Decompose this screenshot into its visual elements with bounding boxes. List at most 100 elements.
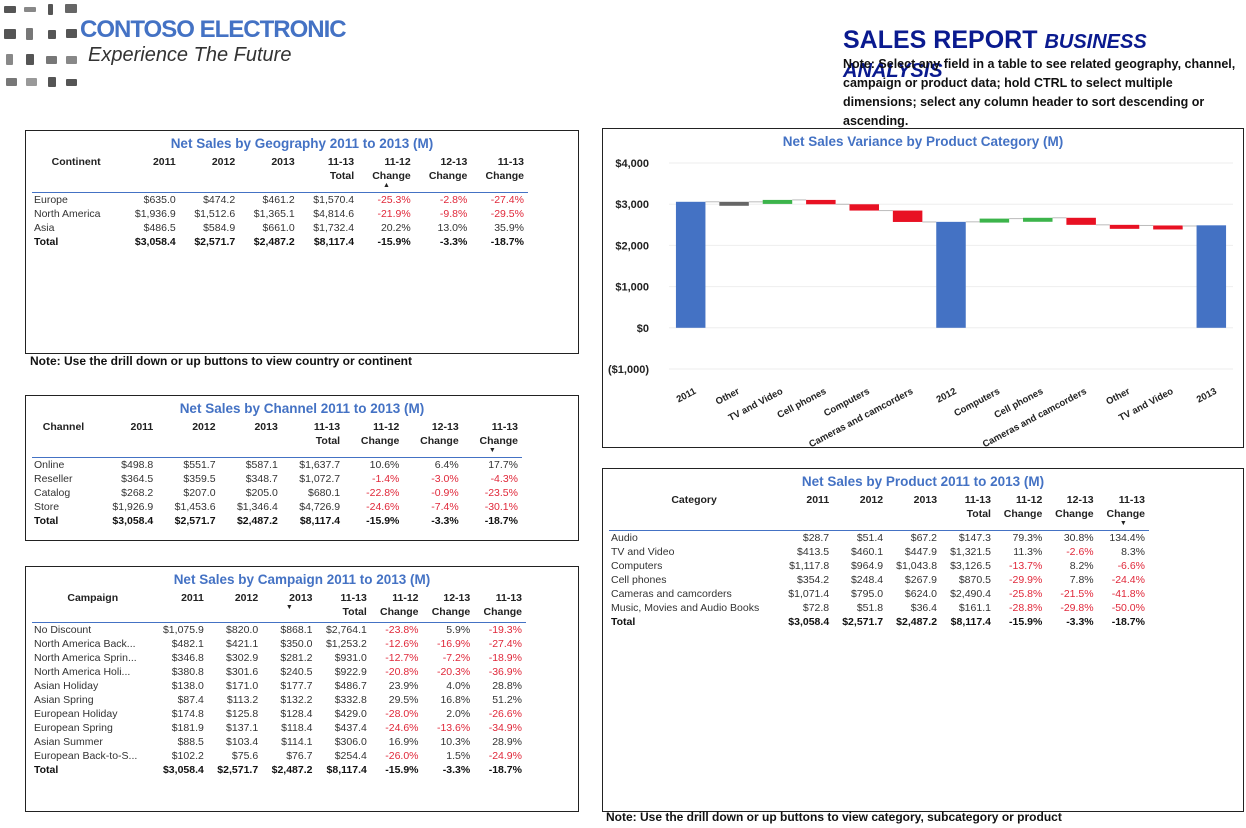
column-header-2011[interactable]: 2011	[95, 420, 157, 458]
table-cell[interactable]: $75.6	[208, 749, 262, 763]
table-cell[interactable]: $125.8	[208, 707, 262, 721]
table-cell[interactable]: -12.7%	[371, 651, 423, 665]
table-cell[interactable]: $114.1	[262, 735, 316, 749]
table-cell[interactable]: -9.8%	[415, 207, 472, 221]
table-cell[interactable]: 79.3%	[995, 531, 1046, 546]
table-cell[interactable]: $103.4	[208, 735, 262, 749]
row-label[interactable]: European Spring	[32, 721, 154, 735]
column-header-2012[interactable]: 2012	[180, 155, 239, 193]
table-cell[interactable]: $498.8	[95, 458, 157, 473]
table-cell[interactable]: $1,075.9	[154, 623, 208, 638]
table-cell[interactable]: $248.4	[833, 573, 887, 587]
table-cell[interactable]: $460.1	[833, 545, 887, 559]
table-cell[interactable]: $1,346.4	[220, 500, 282, 514]
table-cell[interactable]: $147.3	[941, 531, 995, 546]
table-cell[interactable]: -16.9%	[423, 637, 475, 651]
table-cell[interactable]: $281.2	[262, 651, 316, 665]
table-cell[interactable]: $181.9	[154, 721, 208, 735]
table-cell[interactable]: -29.8%	[1046, 601, 1097, 615]
table-cell[interactable]: -24.6%	[371, 721, 423, 735]
row-label[interactable]: TV and Video	[609, 545, 779, 559]
column-header-11-13-change[interactable]: 11-13 Change	[474, 591, 526, 623]
row-label[interactable]: North America Holi...	[32, 665, 154, 679]
table-row[interactable]: European Holiday $174.8 $125.8 $128.4 $429.0…	[32, 707, 526, 721]
table-cell[interactable]: -13.7%	[995, 559, 1046, 573]
table-cell[interactable]: $301.6	[208, 665, 262, 679]
table-cell[interactable]: $1,732.4	[299, 221, 358, 235]
table-cell[interactable]: $364.5	[95, 472, 157, 486]
table-cell[interactable]: $820.0	[208, 623, 262, 638]
table-row[interactable]: Asian Holiday $138.0 $171.0 $177.7 $486.7 23.…	[32, 679, 526, 693]
table-row[interactable]: Reseller $364.5 $359.5 $348.7 $1,072.7 -1.4% -…	[32, 472, 522, 486]
table-cell[interactable]: -27.4%	[474, 637, 526, 651]
table-cell[interactable]: $421.1	[208, 637, 262, 651]
table-cell[interactable]: $1,117.8	[779, 559, 833, 573]
table-cell[interactable]: 11.3%	[995, 545, 1046, 559]
table-row[interactable]: European Back-to-S... $102.2 $75.6 $76.7 $25…	[32, 749, 526, 763]
table-cell[interactable]: -20.3%	[423, 665, 475, 679]
row-label[interactable]: Online	[32, 458, 95, 473]
table-cell[interactable]: $118.4	[262, 721, 316, 735]
table-cell[interactable]: 134.4%	[1098, 531, 1149, 546]
table-cell[interactable]: $3,126.5	[941, 559, 995, 573]
table-cell[interactable]: $88.5	[154, 735, 208, 749]
row-label[interactable]: Reseller	[32, 472, 95, 486]
table-cell[interactable]: -24.6%	[344, 500, 403, 514]
column-header-11-12-change[interactable]: 11-12 Change	[371, 591, 423, 623]
row-label[interactable]: Computers	[609, 559, 779, 573]
table-cell[interactable]: $76.7	[262, 749, 316, 763]
row-label[interactable]: North America Sprin...	[32, 651, 154, 665]
row-label[interactable]: No Discount	[32, 623, 154, 638]
table-row[interactable]: Europe $635.0 $474.2 $461.2 $1,570.4 -25.3% -2…	[32, 193, 528, 208]
table-row[interactable]: Cell phones $354.2 $248.4 $267.9 $870.5 -29.9…	[609, 573, 1149, 587]
table-cell[interactable]: 1.5%	[423, 749, 475, 763]
table-cell[interactable]: $350.0	[262, 637, 316, 651]
table-row[interactable]: North America $1,936.9 $1,512.6 $1,365.1 $4,…	[32, 207, 528, 221]
table-cell[interactable]: -2.6%	[1046, 545, 1097, 559]
table-cell[interactable]: 51.2%	[474, 693, 526, 707]
table-cell[interactable]: $1,321.5	[941, 545, 995, 559]
column-header-12-13-change[interactable]: 12-13 Change	[1046, 493, 1097, 531]
table-cell[interactable]: $128.4	[262, 707, 316, 721]
table-cell[interactable]: $922.9	[317, 665, 371, 679]
table-row[interactable]: TV and Video $413.5 $460.1 $447.9 $1,321.5 11…	[609, 545, 1149, 559]
table-cell[interactable]: $2,764.1	[317, 623, 371, 638]
table-cell[interactable]: $795.0	[833, 587, 887, 601]
table-cell[interactable]: $1,365.1	[239, 207, 298, 221]
row-label[interactable]: Store	[32, 500, 95, 514]
table-row[interactable]: Asian Spring $87.4 $113.2 $132.2 $332.8 29.5%…	[32, 693, 526, 707]
table-cell[interactable]: $587.1	[220, 458, 282, 473]
table-cell[interactable]: $51.4	[833, 531, 887, 546]
table-cell[interactable]: $1,071.4	[779, 587, 833, 601]
table-cell[interactable]: $931.0	[317, 651, 371, 665]
row-label[interactable]: European Holiday	[32, 707, 154, 721]
table-cell[interactable]: -36.9%	[474, 665, 526, 679]
table-cell[interactable]: -6.6%	[1098, 559, 1149, 573]
table-cell[interactable]: $171.0	[208, 679, 262, 693]
table-cell[interactable]: $429.0	[317, 707, 371, 721]
table-cell[interactable]: -30.1%	[463, 500, 522, 514]
table-cell[interactable]: 16.8%	[423, 693, 475, 707]
column-header-2012[interactable]: 2012	[157, 420, 219, 458]
column-header-12-13-change[interactable]: 12-13 Change	[403, 420, 462, 458]
column-header-11-12-change[interactable]: 11-12 Change	[344, 420, 403, 458]
table-cell[interactable]: $474.2	[180, 193, 239, 208]
table-cell[interactable]: $67.2	[887, 531, 941, 546]
table-cell[interactable]: 4.0%	[423, 679, 475, 693]
table-cell[interactable]: -26.0%	[371, 749, 423, 763]
row-label[interactable]: Asian Spring	[32, 693, 154, 707]
table-cell[interactable]: $207.0	[157, 486, 219, 500]
row-label[interactable]: Asian Summer	[32, 735, 154, 749]
row-label[interactable]: Asia	[32, 221, 120, 235]
table-cell[interactable]: $1,453.6	[157, 500, 219, 514]
column-header-11-13-change[interactable]: 11-13 Change	[471, 155, 528, 193]
table-cell[interactable]: $332.8	[317, 693, 371, 707]
table-cell[interactable]: 28.9%	[474, 735, 526, 749]
table-cell[interactable]: 35.9%	[471, 221, 528, 235]
column-header-12-13-change[interactable]: 12-13 Change	[415, 155, 472, 193]
table-cell[interactable]: 10.3%	[423, 735, 475, 749]
table-cell[interactable]: -24.9%	[474, 749, 526, 763]
column-header-11-13-change[interactable]: 11-13 Change ▼	[1098, 493, 1149, 531]
table-cell[interactable]: $36.4	[887, 601, 941, 615]
table-cell[interactable]: $174.8	[154, 707, 208, 721]
